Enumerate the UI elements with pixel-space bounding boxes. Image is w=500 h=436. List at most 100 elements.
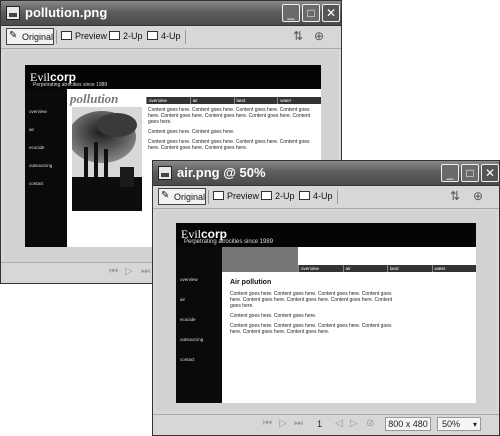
nav-item[interactable]: land	[233, 97, 278, 104]
fireworks-doc-icon	[158, 166, 172, 180]
window-titlebar[interactable]: pollution.png _ □ ✕	[1, 1, 341, 26]
tab-preview-label: Preview	[75, 31, 108, 41]
minimize-button[interactable]: _	[282, 4, 300, 22]
tab-preview[interactable]: Preview	[59, 28, 107, 45]
page-preview: Evilcorp Perpetrating atrocities since 1…	[176, 223, 476, 403]
left-nav-item[interactable]: outsourcing	[29, 163, 52, 168]
last-frame-icon[interactable]: ⏭	[294, 418, 303, 429]
view-toolbar: ✎ Original Preview 2-Up 4-Up ⇅ ⊕	[1, 26, 341, 49]
frame-number: 1	[317, 419, 323, 429]
left-nav-item[interactable]: ecocide	[29, 145, 45, 150]
stop-icon[interactable]: ⊘	[366, 418, 374, 429]
last-frame-icon[interactable]: ⏭	[141, 266, 150, 277]
document-canvas: Evilcorp Perpetrating atrocities since 1…	[156, 211, 496, 411]
window-title: pollution.png	[25, 5, 108, 20]
tab-4up-label: 4-Up	[313, 191, 333, 201]
preview-icon	[213, 191, 224, 200]
previous-frame-icon[interactable]: ◁	[335, 418, 343, 429]
minimize-button[interactable]: _	[441, 164, 459, 182]
left-nav-item[interactable]: overview	[180, 277, 198, 282]
left-nav-item[interactable]: ecocide	[180, 317, 196, 322]
preview-icon	[61, 31, 72, 40]
tagline: Perpetrating atrocities since 1989	[184, 239, 274, 245]
banner: Evilcorp Perpetrating atrocities since 1…	[25, 65, 321, 89]
content-body: Content goes here. Content goes here. Co…	[148, 107, 316, 155]
hand-tool-icon[interactable]: ⇅	[293, 29, 303, 43]
first-frame-icon[interactable]: ⏮	[263, 418, 272, 429]
first-frame-icon[interactable]: ⏮	[109, 266, 118, 277]
factory-smokestacks-image	[72, 107, 142, 211]
left-nav: overview air ecocide outsourcing contact	[25, 89, 67, 247]
quick-export-icon[interactable]: ⊕	[314, 29, 324, 43]
close-button[interactable]: ✕	[322, 4, 340, 22]
left-nav-item[interactable]: air	[180, 297, 185, 302]
left-nav-item[interactable]: contact	[29, 181, 44, 186]
four-up-icon	[299, 191, 310, 200]
two-up-icon	[261, 191, 272, 200]
tab-2up[interactable]: 2-Up	[259, 188, 295, 205]
maximize-button[interactable]: □	[302, 4, 320, 22]
tab-2up[interactable]: 2-Up	[107, 28, 143, 45]
air-window: air.png @ 50% _ □ ✕ ✎ Original Preview 2…	[152, 160, 500, 436]
page-heading: Air pollution	[230, 279, 272, 286]
nav-item[interactable]: overview	[298, 265, 343, 272]
window-title: air.png @ 50%	[177, 165, 266, 180]
nav-item[interactable]: overview	[146, 97, 190, 104]
content-body: Content goes here. Content goes here. Co…	[230, 291, 395, 339]
divider	[208, 190, 209, 204]
play-icon[interactable]: ▷	[125, 266, 133, 277]
close-button[interactable]: ✕	[481, 164, 499, 182]
banner: Evilcorp Perpetrating atrocities since 1…	[176, 223, 476, 247]
zoom-value: 50%	[442, 419, 461, 429]
pencil-icon: ✎	[9, 30, 18, 41]
tab-4up[interactable]: 4-Up	[145, 28, 181, 45]
divider	[337, 190, 338, 204]
hand-tool-icon[interactable]: ⇅	[450, 189, 460, 203]
left-nav-item[interactable]: outsourcing	[180, 337, 203, 342]
nav-item[interactable]: water	[431, 265, 477, 272]
divider	[56, 30, 57, 44]
paragraph: Content goes here. Content goes here. Co…	[230, 323, 392, 335]
tab-2up-label: 2-Up	[275, 191, 295, 201]
play-icon[interactable]: ▷	[279, 418, 287, 429]
status-bar: ⏮ ▷ ⏭ 1 ◁ ▷ ⊘ 800 x 480 50% ▾	[153, 414, 499, 435]
nav-item[interactable]: land	[387, 265, 432, 272]
fireworks-doc-icon	[6, 6, 20, 20]
paragraph: Content goes here. Content goes here. Co…	[148, 139, 310, 151]
left-nav: overview air ecocide outsourcing contact	[176, 247, 222, 403]
nav-item[interactable]: water	[277, 97, 321, 104]
maximize-button[interactable]: □	[461, 164, 479, 182]
chevron-down-icon: ▾	[472, 420, 477, 429]
left-nav-item[interactable]: contact	[180, 357, 195, 362]
divider	[185, 30, 186, 44]
nav-item[interactable]: air	[189, 97, 234, 104]
tab-original-label: Original	[22, 32, 54, 42]
four-up-icon	[147, 31, 158, 40]
left-nav-item[interactable]: overview	[29, 109, 47, 114]
tab-preview-label: Preview	[227, 191, 260, 201]
window-titlebar[interactable]: air.png @ 50% _ □ ✕	[153, 161, 499, 186]
quick-export-icon[interactable]: ⊕	[473, 189, 483, 203]
tab-4up-label: 4-Up	[161, 31, 181, 41]
tab-original-label: Original	[174, 192, 206, 202]
tab-original[interactable]: ✎ Original	[6, 28, 54, 45]
paragraph: Content goes here. Content goes here.	[230, 313, 317, 319]
section-title: pollution	[70, 91, 119, 106]
paragraph: Content goes here. Content goes here. Co…	[230, 291, 393, 309]
top-nav: overview air land water	[298, 265, 476, 272]
next-frame-icon[interactable]: ▷	[350, 418, 358, 429]
tagline: Perpetrating atrocities since 1989	[33, 82, 108, 88]
paragraph: Content goes here. Content goes here. Co…	[148, 107, 311, 125]
nav-item[interactable]: air	[342, 265, 388, 272]
zoom-dropdown[interactable]: 50% ▾	[437, 417, 481, 431]
top-nav: overview air land water	[146, 97, 321, 104]
tab-original[interactable]: ✎ Original	[158, 188, 206, 205]
tab-4up[interactable]: 4-Up	[297, 188, 333, 205]
view-toolbar: ✎ Original Preview 2-Up 4-Up ⇅ ⊕	[153, 186, 499, 209]
factory-photo	[72, 107, 142, 211]
tab-preview[interactable]: Preview	[211, 188, 259, 205]
two-up-icon	[109, 31, 120, 40]
paragraph: Content goes here. Content goes here.	[148, 129, 235, 135]
left-nav-item[interactable]: air	[29, 127, 34, 132]
image-size-display: 800 x 480	[385, 417, 431, 431]
